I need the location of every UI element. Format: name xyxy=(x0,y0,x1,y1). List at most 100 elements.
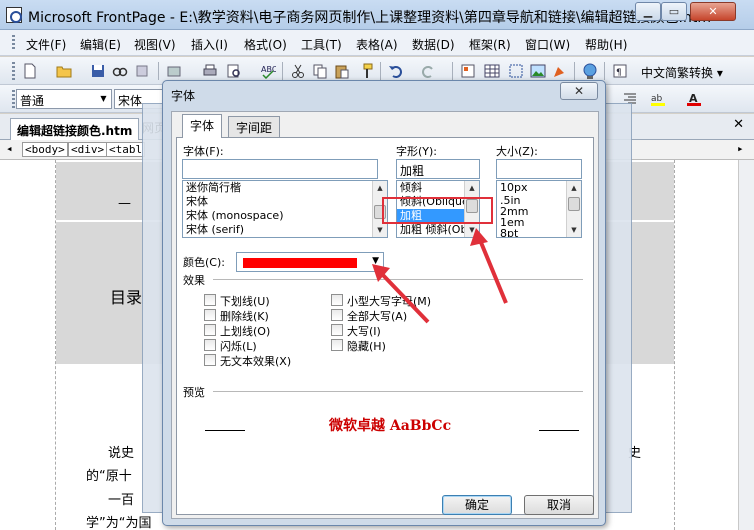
no-text-effect-label: 无文本效果(X) xyxy=(220,355,292,368)
print-icon[interactable] xyxy=(202,63,218,79)
scroll-down-icon[interactable]: ▼ xyxy=(567,223,581,237)
menu-format[interactable]: 格式(O) xyxy=(244,36,287,53)
tab-edit-link-color[interactable]: 编辑超链接颜色.htm xyxy=(10,118,140,140)
overline-label: 上划线(O) xyxy=(220,325,271,338)
toolbar-separator xyxy=(282,62,283,80)
menu-insert[interactable]: 插入(I) xyxy=(191,36,228,53)
web-component-icon[interactable] xyxy=(460,63,476,79)
dialog-close-button[interactable]: ✕ xyxy=(560,82,598,100)
font-style-input[interactable]: 加粗 xyxy=(396,159,480,179)
tag-div[interactable]: <div> xyxy=(68,142,108,157)
menu-help[interactable]: 帮助(H) xyxy=(585,36,627,53)
insert-table-icon[interactable] xyxy=(484,63,500,79)
menu-view[interactable]: 视图(V) xyxy=(134,36,176,53)
paste-icon[interactable] xyxy=(334,63,350,79)
scroll-thumb[interactable] xyxy=(568,197,580,211)
cancel-button[interactable]: 取消 xyxy=(524,495,594,515)
toolbar-separator xyxy=(604,62,605,80)
size-label: 大小(Z): xyxy=(496,145,538,158)
style-combo[interactable]: 普通 ▼ xyxy=(16,89,112,109)
color-picker-combo[interactable]: ▼ xyxy=(236,252,384,272)
insert-picture-icon[interactable] xyxy=(530,63,546,79)
font-color-icon[interactable]: A xyxy=(686,91,702,107)
close-document-icon[interactable]: ✕ xyxy=(733,117,744,132)
toolbar-grip[interactable] xyxy=(12,90,15,108)
menu-frames[interactable]: 框架(R) xyxy=(469,36,511,53)
tag-body[interactable]: <body> xyxy=(22,142,68,157)
chevron-down-icon[interactable]: ▼ xyxy=(372,256,379,266)
menu-edit[interactable]: 编辑(E) xyxy=(80,36,121,53)
format-painter-icon[interactable] xyxy=(358,63,374,79)
small-caps-checkbox[interactable] xyxy=(331,294,343,306)
toolbar-grip[interactable] xyxy=(12,62,15,80)
menu-data[interactable]: 数据(D) xyxy=(412,36,455,53)
all-caps-checkbox[interactable] xyxy=(331,309,343,321)
maximize-button[interactable]: ▭ xyxy=(661,2,687,21)
font-listbox[interactable]: 迷你简行楷 宋体 宋体 (monospace) 宋体 (serif) ▲ ▼ xyxy=(182,180,388,238)
publish-icon[interactable] xyxy=(166,63,182,79)
drawing-icon[interactable] xyxy=(552,63,568,79)
tag-table[interactable]: <tabl xyxy=(106,142,146,157)
highlight-icon[interactable]: ab xyxy=(650,91,666,107)
capitalize-checkbox[interactable] xyxy=(331,324,343,336)
hidden-checkbox[interactable] xyxy=(331,339,343,351)
save-icon[interactable] xyxy=(90,63,106,79)
chinese-convert-button[interactable]: 中文简繁转换 ▾ xyxy=(641,64,723,81)
chevron-right-icon[interactable]: ▸ xyxy=(735,142,746,157)
ok-button[interactable]: 确定 xyxy=(442,495,512,515)
preview-icon[interactable] xyxy=(226,63,242,79)
svg-text:¶: ¶ xyxy=(616,68,622,78)
font-size-input[interactable] xyxy=(496,159,582,179)
close-button[interactable]: ✕ xyxy=(690,2,736,21)
menubar-grip[interactable] xyxy=(12,35,15,51)
scroll-down-icon[interactable]: ▼ xyxy=(465,223,479,237)
show-all-icon[interactable]: ¶ xyxy=(612,63,628,79)
tab-character-spacing[interactable]: 字间距 xyxy=(228,116,281,137)
scroll-down-icon[interactable]: ▼ xyxy=(373,223,387,237)
toolbar-separator xyxy=(452,62,453,80)
permission-icon[interactable] xyxy=(134,63,150,79)
list-item[interactable]: 宋体 (serif) xyxy=(183,223,387,237)
font-tab-panel: 字体(F): 迷你简行楷 宋体 宋体 (monospace) 宋体 (serif… xyxy=(176,137,594,515)
font-name-input[interactable] xyxy=(182,159,378,179)
new-page-icon[interactable] xyxy=(22,63,38,79)
menu-tools[interactable]: 工具(T) xyxy=(301,36,342,53)
hyperlink-icon[interactable] xyxy=(582,63,598,79)
paragraph-text: 的“原十 xyxy=(86,469,132,484)
scroll-up-icon[interactable]: ▲ xyxy=(465,181,479,195)
svg-text:ab: ab xyxy=(651,94,663,104)
color-swatch xyxy=(243,258,357,268)
list-item[interactable]: 迷你简行楷 xyxy=(183,181,387,195)
undo-icon[interactable] xyxy=(388,63,404,79)
font-size-listbox[interactable]: 10px .5in 2mm 1em 8pt ▲ ▼ xyxy=(496,180,582,238)
menu-table[interactable]: 表格(A) xyxy=(356,36,398,53)
chevron-down-icon[interactable]: ▼ xyxy=(97,91,110,107)
list-item[interactable]: 宋体 (monospace) xyxy=(183,209,387,223)
scroll-up-icon[interactable]: ▲ xyxy=(373,181,387,195)
chevron-left-icon[interactable]: ◂ xyxy=(4,142,15,157)
tab-font[interactable]: 字体 xyxy=(182,114,223,138)
editor-vertical-scrollbar[interactable] xyxy=(738,160,754,530)
list-item[interactable]: 宋体 xyxy=(183,195,387,209)
window-title: Microsoft FrontPage - E:\教学资料\电子商务网页制作\上… xyxy=(28,10,712,26)
blink-checkbox[interactable] xyxy=(204,339,216,351)
cut-icon[interactable] xyxy=(290,63,306,79)
underline-checkbox[interactable] xyxy=(204,294,216,306)
open-folder-icon[interactable] xyxy=(56,63,72,79)
minimize-button[interactable]: ▁ xyxy=(635,2,661,21)
toc-heading: 目录 xyxy=(110,288,143,307)
menu-file[interactable]: 文件(F) xyxy=(26,36,66,53)
scroll-up-icon[interactable]: ▲ xyxy=(567,181,581,195)
frontpage-app-icon[interactable] xyxy=(6,7,22,23)
no-text-effect-checkbox[interactable] xyxy=(204,354,216,366)
insert-layer-icon[interactable] xyxy=(508,63,524,79)
overline-checkbox[interactable] xyxy=(204,324,216,336)
title-bar: Microsoft FrontPage - E:\教学资料\电子商务网页制作\上… xyxy=(0,0,754,30)
copy-icon[interactable] xyxy=(312,63,328,79)
search-icon[interactable] xyxy=(112,63,128,79)
menu-window[interactable]: 窗口(W) xyxy=(525,36,570,53)
redo-icon[interactable] xyxy=(420,63,436,79)
spelling-icon[interactable]: ABC xyxy=(260,63,276,79)
size-list-scrollbar[interactable]: ▲ ▼ xyxy=(566,181,581,237)
strikethrough-checkbox[interactable] xyxy=(204,309,216,321)
